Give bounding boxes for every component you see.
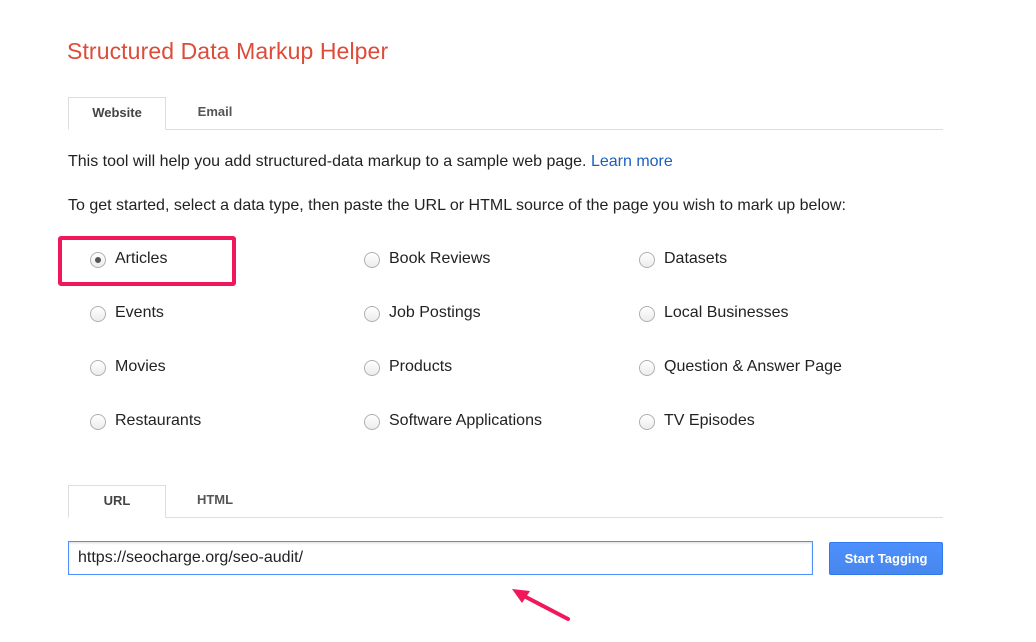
tab-url[interactable]: URL xyxy=(68,485,166,518)
radio-label: Local Businesses xyxy=(664,304,789,321)
radio-label: Question & Answer Page xyxy=(664,358,842,375)
radio-software-applications[interactable]: Software Applications xyxy=(364,409,542,433)
radio-products[interactable]: Products xyxy=(364,355,452,379)
learn-more-link[interactable]: Learn more xyxy=(591,153,673,170)
radio-events[interactable]: Events xyxy=(90,301,164,325)
radio-label: Products xyxy=(389,358,453,375)
radio-movies[interactable]: Movies xyxy=(90,355,166,379)
radio-book-reviews[interactable]: Book Reviews xyxy=(364,247,490,271)
radio-tv-episodes[interactable]: TV Episodes xyxy=(639,409,755,433)
radio-label: Movies xyxy=(115,358,166,375)
radio-unchecked-icon[interactable] xyxy=(364,306,380,322)
radio-unchecked-icon[interactable] xyxy=(90,306,106,322)
radio-restaurants[interactable]: Restaurants xyxy=(90,409,201,433)
radio-label: Book Reviews xyxy=(389,250,491,267)
intro-sentence: This tool will help you add structured-d… xyxy=(68,153,587,170)
radio-label: TV Episodes xyxy=(664,412,755,429)
radio-label: Software Applications xyxy=(389,412,542,429)
radio-unchecked-icon[interactable] xyxy=(639,306,655,322)
radio-unchecked-icon[interactable] xyxy=(364,252,380,268)
tab-email[interactable]: Email xyxy=(166,97,264,128)
page-title: Structured Data Markup Helper xyxy=(67,38,389,64)
radio-unchecked-icon[interactable] xyxy=(364,414,380,430)
radio-label: Events xyxy=(115,304,164,321)
instructions-text: To get started, select a data type, then… xyxy=(68,197,846,214)
radio-unchecked-icon[interactable] xyxy=(90,360,106,376)
radio-label: Restaurants xyxy=(115,412,202,429)
radio-unchecked-icon[interactable] xyxy=(639,414,655,430)
input-tab-bar: URL HTML xyxy=(68,485,943,518)
intro-text: This tool will help you add structured-d… xyxy=(68,153,673,171)
highlight-rectangle-icon xyxy=(58,236,236,286)
radio-label: Job Postings xyxy=(389,304,481,321)
radio-datasets[interactable]: Datasets xyxy=(639,247,727,271)
radio-unchecked-icon[interactable] xyxy=(639,252,655,268)
url-input[interactable] xyxy=(68,541,813,575)
pointer-arrow-icon xyxy=(512,589,570,621)
radio-unchecked-icon[interactable] xyxy=(639,360,655,376)
radio-question-answer-page[interactable]: Question & Answer Page xyxy=(639,355,842,379)
source-tab-bar: Website Email xyxy=(68,97,943,130)
tab-html[interactable]: HTML xyxy=(166,485,264,516)
radio-job-postings[interactable]: Job Postings xyxy=(364,301,481,325)
radio-unchecked-icon[interactable] xyxy=(90,414,106,430)
radio-unchecked-icon[interactable] xyxy=(364,360,380,376)
radio-label: Datasets xyxy=(664,250,728,267)
radio-local-businesses[interactable]: Local Businesses xyxy=(639,301,789,325)
markup-helper-page: Structured Data Markup Helper Website Em… xyxy=(0,0,1036,642)
start-tagging-button[interactable]: Start Tagging xyxy=(829,542,943,575)
tab-website[interactable]: Website xyxy=(68,97,166,130)
